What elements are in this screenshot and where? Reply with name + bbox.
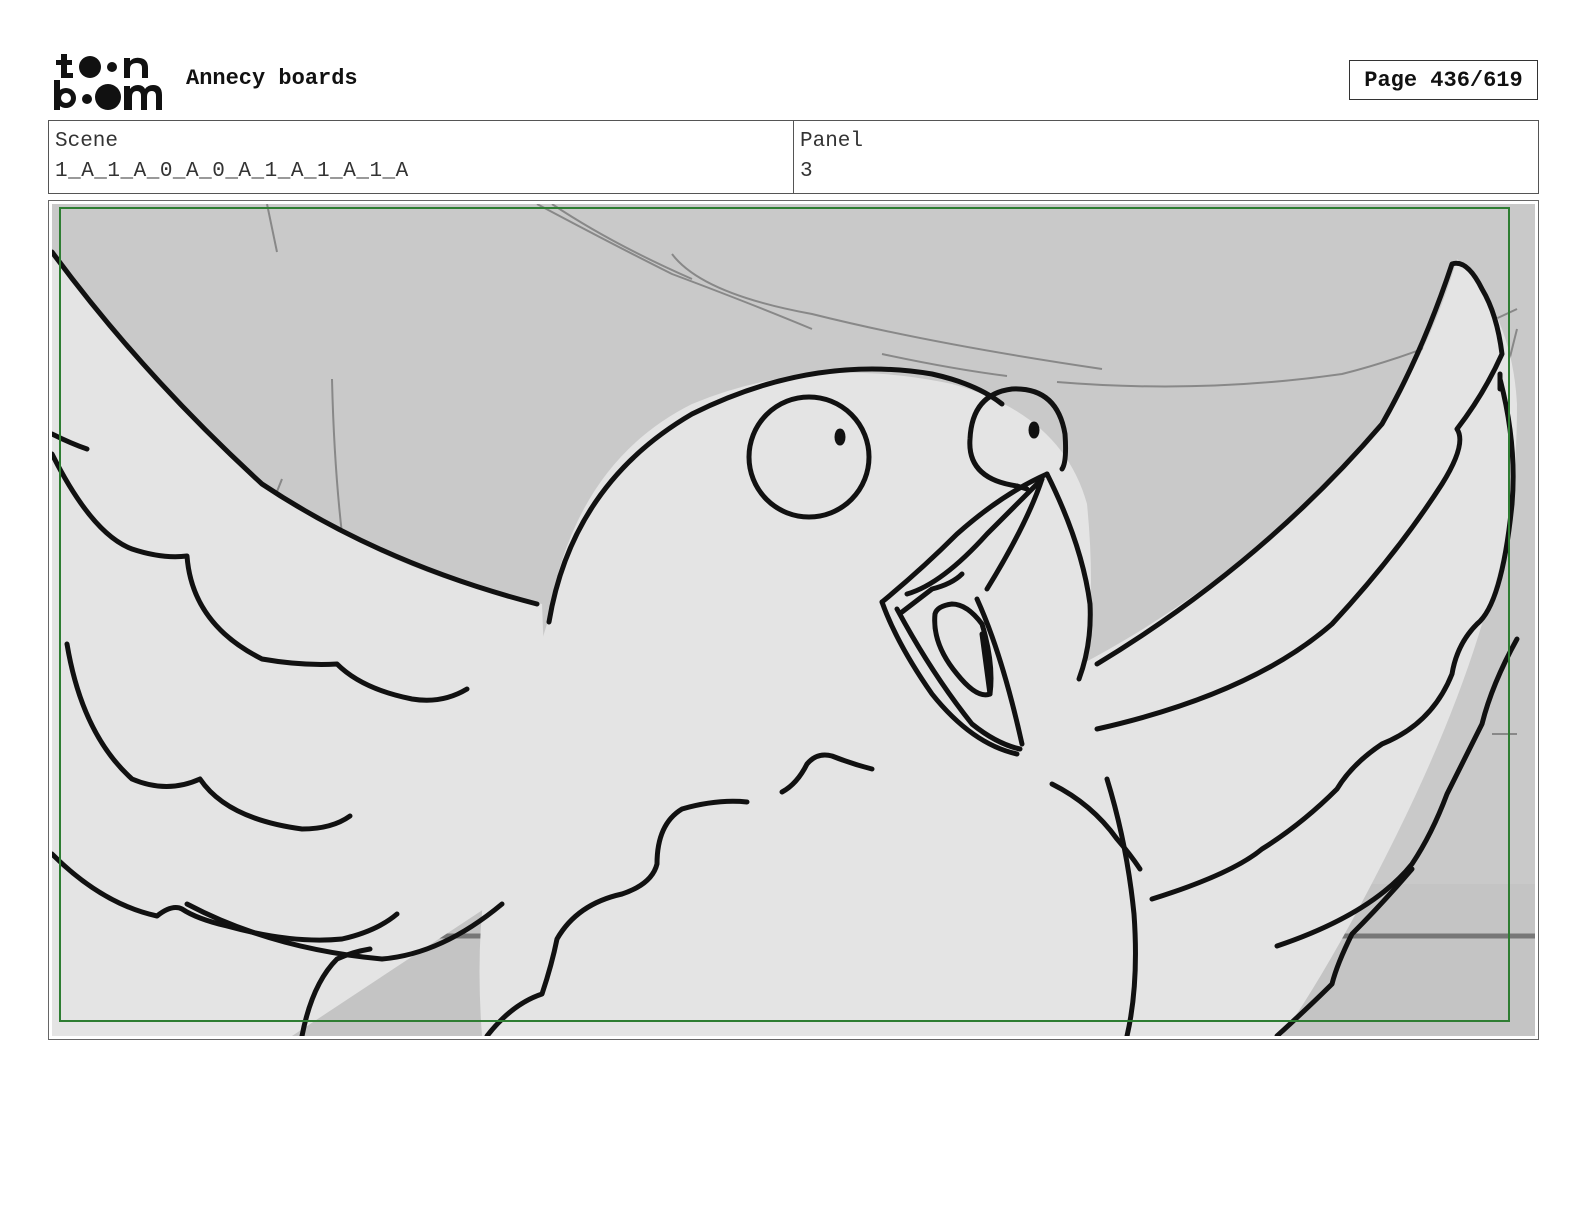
toon-boom-logo — [54, 54, 162, 110]
scene-label: Scene — [55, 130, 119, 153]
panel-cell: Panel 3 — [793, 121, 1538, 193]
storyboard-drawing — [52, 204, 1535, 1036]
page-counter: Page 436/619 — [1349, 60, 1538, 100]
panel-label: Panel — [800, 130, 864, 153]
panel-value: 3 — [800, 160, 814, 183]
scene-cell: Scene 1_A_1_A_0_A_0_A_1_A_1_A_1_A — [49, 121, 793, 193]
scene-value: 1_A_1_A_0_A_0_A_1_A_1_A_1_A — [55, 160, 409, 183]
storyboard-panel — [48, 200, 1539, 1040]
document-title: Annecy boards — [186, 66, 358, 91]
scene-panel-info: Scene 1_A_1_A_0_A_0_A_1_A_1_A_1_A Panel … — [48, 120, 1539, 194]
